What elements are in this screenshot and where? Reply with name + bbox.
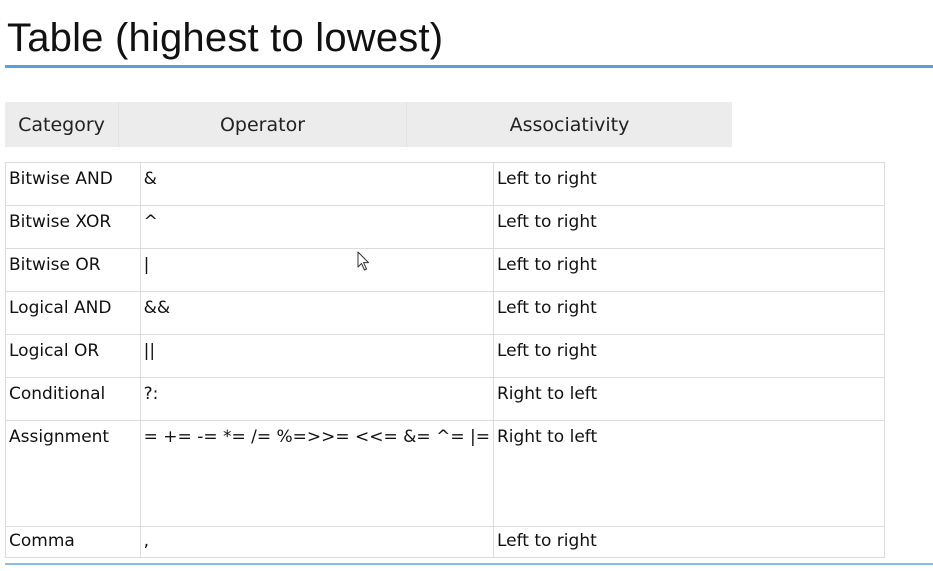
bottom-rule: [5, 563, 933, 565]
category-cell: Conditional: [5, 377, 141, 421]
associativity-cell: Right to left: [492, 377, 886, 421]
table-row: Bitwise OR | Left to right: [5, 248, 886, 292]
operator-cell: |: [139, 248, 494, 292]
table-row: Conditional ?: Right to left: [5, 377, 886, 421]
category-cell: Logical OR: [5, 334, 141, 378]
associativity-cell: Left to right: [492, 248, 886, 292]
operator-cell: ||: [139, 334, 494, 378]
associativity-cell: Right to left: [492, 420, 886, 527]
page-title: Table (highest to lowest): [7, 16, 444, 60]
table-row: Comma , Left to right: [5, 526, 886, 558]
table-row: Logical AND && Left to right: [5, 291, 886, 335]
table-row: Bitwise XOR ^ Left to right: [5, 205, 886, 249]
title-underline: [5, 65, 933, 68]
header-operator: Operator: [119, 102, 407, 147]
operator-cell: &: [139, 162, 494, 206]
category-cell: Comma: [5, 526, 141, 558]
header-category: Category: [5, 102, 119, 147]
header-associativity: Associativity: [509, 113, 630, 136]
associativity-cell: Left to right: [492, 205, 886, 249]
associativity-cell: Left to right: [492, 526, 886, 558]
table-row: Logical OR || Left to right: [5, 334, 886, 378]
category-cell: Bitwise XOR: [5, 205, 141, 249]
operator-table: Bitwise AND & Left to right Bitwise XOR …: [5, 162, 886, 558]
operator-cell: ^: [139, 205, 494, 249]
associativity-cell: Left to right: [492, 334, 886, 378]
table-row: Assignment = += -= *= /= %=>>= <<= &= ^=…: [5, 420, 886, 527]
operator-cell: &&: [139, 291, 494, 335]
associativity-cell: Left to right: [492, 162, 886, 206]
category-cell: Bitwise OR: [5, 248, 141, 292]
slide: Table (highest to lowest) Category Opera…: [0, 0, 933, 571]
operator-cell: ?:: [139, 377, 494, 421]
category-cell: Bitwise AND: [5, 162, 141, 206]
category-cell: Logical AND: [5, 291, 141, 335]
category-cell: Assignment: [5, 420, 141, 527]
operator-cell: = += -= *= /= %=>>= <<= &= ^= |=: [139, 420, 494, 527]
mouse-pointer-icon: [357, 251, 369, 271]
table-row: Bitwise AND & Left to right: [5, 162, 886, 206]
operator-cell: ,: [139, 526, 494, 558]
associativity-cell: Left to right: [492, 291, 886, 335]
table-header: Category Operator Associativity: [5, 102, 732, 147]
